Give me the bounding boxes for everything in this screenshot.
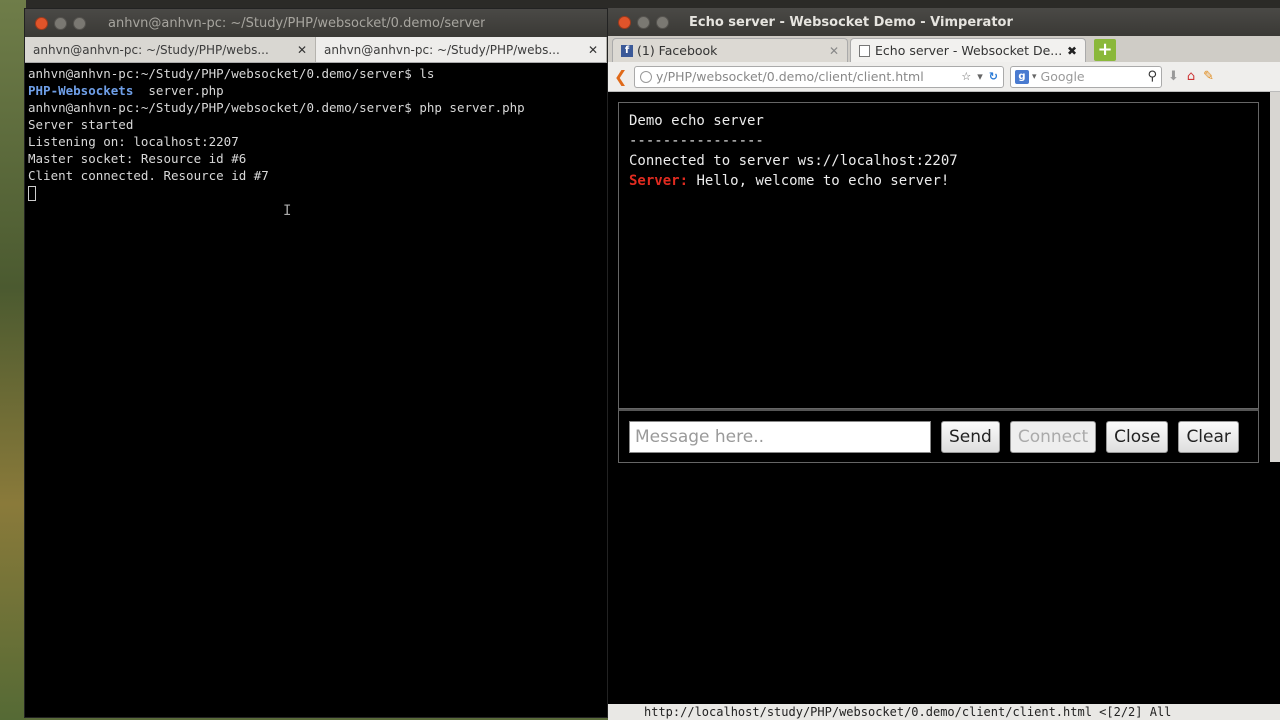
tab-echo-server[interactable]: Echo server - Websocket De... ✖	[850, 38, 1086, 62]
log-heading: Demo echo server	[629, 113, 764, 129]
log-divider: ----------------	[629, 133, 764, 149]
message-log: Demo echo server ---------------- Connec…	[618, 102, 1259, 409]
terminal-line: Master socket: Resource id #6	[28, 151, 247, 166]
browser-tabbar: f (1) Facebook ✕ Echo server - Websocket…	[608, 36, 1280, 62]
new-tab-button[interactable]: +	[1094, 39, 1116, 61]
toolbar-icons: ⬇ ⌂ ✎	[1168, 69, 1214, 84]
log-server-message: Server: Hello, welcome to echo server!	[629, 171, 1248, 191]
terminal-tabbar: anhvn@anhvn-pc: ~/Study/PHP/webs... ✕ an…	[25, 37, 607, 63]
dropdown-arrow-icon[interactable]: ▾	[977, 70, 983, 83]
google-icon[interactable]: g	[1015, 69, 1029, 84]
terminal-window[interactable]: anhvn@anhvn-pc: ~/Study/PHP/websocket/0.…	[24, 8, 608, 718]
maximize-window-button[interactable]	[656, 15, 669, 29]
terminal-line: Listening on: localhost:2207	[28, 134, 239, 149]
browser-title: Echo server - Websocket Demo - Vimperato…	[689, 14, 1013, 30]
globe-icon	[640, 70, 652, 83]
page-content: Demo echo server ---------------- Connec…	[608, 92, 1280, 704]
close-icon[interactable]: ✕	[297, 43, 307, 57]
terminal-line: Client connected. Resource id #7	[28, 168, 269, 183]
search-bar[interactable]: g ▾ Google ⚲	[1010, 65, 1162, 88]
home-icon[interactable]: ⌂	[1187, 69, 1195, 84]
top-panel	[0, 0, 1280, 8]
close-window-button[interactable]	[35, 16, 48, 30]
minimize-window-button[interactable]	[637, 15, 650, 29]
browser-window[interactable]: Echo server - Websocket Demo - Vimperato…	[608, 8, 1280, 720]
server-message-text: Hello, welcome to echo server!	[688, 173, 950, 189]
terminal-title: anhvn@anhvn-pc: ~/Study/PHP/websocket/0.…	[108, 15, 486, 31]
addon-icon[interactable]: ✎	[1203, 69, 1214, 84]
close-window-button[interactable]	[618, 15, 631, 29]
clear-button[interactable]: Clear	[1178, 420, 1239, 453]
tab-label: Echo server - Websocket De...	[875, 43, 1063, 58]
terminal-tab-2[interactable]: anhvn@anhvn-pc: ~/Study/PHP/webs... ✕	[316, 37, 607, 62]
server-label: Server:	[629, 173, 689, 189]
close-icon[interactable]: ✖	[1067, 44, 1077, 58]
message-input[interactable]	[629, 420, 931, 453]
tab-label: (1) Facebook	[637, 43, 718, 58]
terminal-titlebar[interactable]: anhvn@anhvn-pc: ~/Study/PHP/websocket/0.…	[25, 9, 607, 37]
terminal-line: anhvn@anhvn-pc:~/Study/PHP/websocket/0.d…	[28, 100, 525, 115]
close-icon[interactable]: ✕	[588, 43, 598, 57]
log-connected: Connected to server ws://localhost:2207	[629, 153, 958, 169]
desktop-wallpaper	[0, 0, 26, 720]
close-connection-button[interactable]: Close	[1106, 420, 1169, 453]
terminal-line: anhvn@anhvn-pc:~/Study/PHP/websocket/0.d…	[28, 66, 435, 81]
ibeam-cursor-icon: I	[283, 203, 292, 219]
search-icon[interactable]: ⚲	[1147, 69, 1157, 84]
url-actions: ☆ ▾ ↻	[961, 70, 998, 83]
dropdown-arrow-icon[interactable]: ▾	[1032, 72, 1037, 82]
url-bar[interactable]: y/PHP/websocket/0.demo/client/client.htm…	[634, 65, 1004, 88]
navigation-bar: ❮ y/PHP/websocket/0.demo/client/client.h…	[608, 62, 1280, 92]
status-bar: http://localhost/study/PHP/websocket/0.d…	[608, 704, 1280, 720]
page-icon	[859, 44, 870, 57]
terminal-line: Server started	[28, 117, 134, 132]
tab-facebook[interactable]: f (1) Facebook ✕	[612, 38, 848, 62]
url-text: y/PHP/websocket/0.demo/client/client.htm…	[656, 69, 924, 84]
ls-directory: PHP-Websockets	[28, 83, 134, 98]
ls-file: server.php	[133, 83, 224, 98]
minimize-window-button[interactable]	[54, 16, 67, 30]
terminal-tab-label: anhvn@anhvn-pc: ~/Study/PHP/webs...	[324, 42, 560, 57]
terminal-tab-1[interactable]: anhvn@anhvn-pc: ~/Study/PHP/webs... ✕	[25, 37, 316, 62]
connect-button[interactable]: Connect	[1009, 420, 1097, 453]
star-icon[interactable]: ☆	[961, 70, 971, 83]
browser-titlebar[interactable]: Echo server - Websocket Demo - Vimperato…	[608, 8, 1280, 36]
message-controls: Send Connect Close Clear	[618, 409, 1259, 463]
terminal-cursor	[28, 186, 36, 201]
reload-icon[interactable]: ↻	[989, 70, 998, 83]
terminal-output[interactable]: anhvn@anhvn-pc:~/Study/PHP/websocket/0.d…	[25, 63, 607, 203]
search-placeholder: Google	[1040, 69, 1085, 84]
terminal-prompt-line	[28, 184, 604, 201]
terminal-ls-output: PHP-Websockets server.php	[28, 82, 604, 99]
download-icon[interactable]: ⬇	[1168, 69, 1179, 84]
close-icon[interactable]: ✕	[829, 44, 839, 58]
facebook-icon: f	[621, 44, 633, 57]
page-scrollbar[interactable]	[1270, 92, 1280, 462]
send-button[interactable]: Send	[941, 420, 1000, 453]
terminal-tab-label: anhvn@anhvn-pc: ~/Study/PHP/webs...	[33, 42, 269, 57]
maximize-window-button[interactable]	[73, 16, 86, 30]
back-arrow-icon[interactable]: ❮	[614, 67, 628, 86]
desktop: anhvn@anhvn-pc: ~/Study/PHP/websocket/0.…	[0, 0, 1280, 720]
